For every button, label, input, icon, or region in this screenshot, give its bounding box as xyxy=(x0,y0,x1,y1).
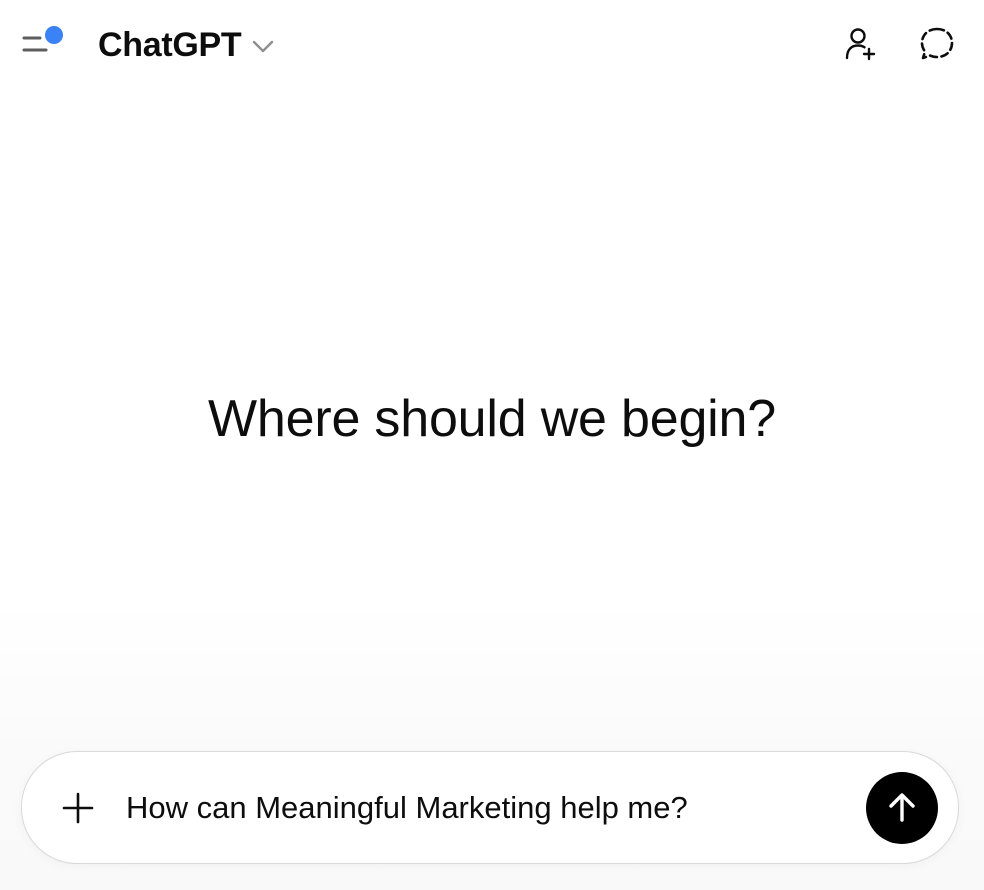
greeting-heading: Where should we begin? xyxy=(208,390,776,448)
sidebar-toggle-button[interactable] xyxy=(20,24,66,60)
add-attachment-button[interactable] xyxy=(56,786,100,830)
model-selector[interactable]: ChatGPT xyxy=(98,24,275,66)
top-bar: ChatGPT xyxy=(0,0,984,90)
chevron-down-icon xyxy=(253,40,274,53)
plus-icon xyxy=(62,792,94,824)
send-button[interactable] xyxy=(866,772,938,844)
sidebar-toggle-icon xyxy=(22,26,63,52)
chatgpt-page: ChatGPT Where should we begin? xyxy=(0,0,984,890)
arrow-up-icon xyxy=(889,793,915,822)
prompt-input[interactable] xyxy=(126,788,846,828)
model-name: ChatGPT xyxy=(98,26,242,64)
share-button[interactable] xyxy=(836,22,880,66)
temporary-chat-button[interactable] xyxy=(915,22,959,66)
notification-dot-icon xyxy=(45,26,63,44)
add-person-icon xyxy=(845,28,876,61)
message-composer xyxy=(21,751,959,864)
dashed-chat-bubble-icon xyxy=(920,27,954,60)
